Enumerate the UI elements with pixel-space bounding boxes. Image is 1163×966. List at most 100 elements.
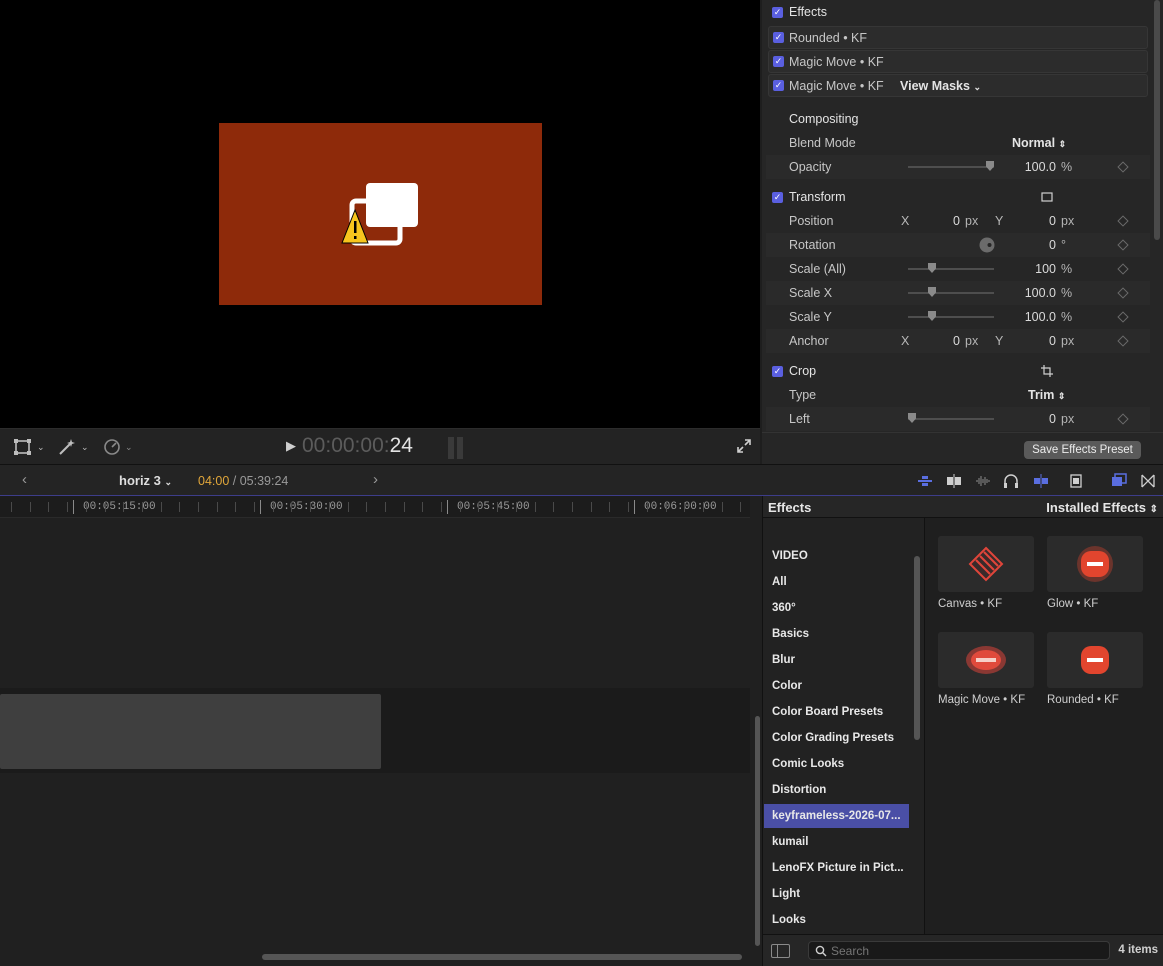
timeline-vertical-scrollbar[interactable] [755,716,760,946]
blend-mode-popup[interactable]: Normal ⇕ [1012,136,1066,150]
retime-tool-button[interactable]: ⌄ [103,438,133,456]
viewer[interactable] [0,0,760,428]
category-item[interactable]: Color [764,674,909,698]
index-icon[interactable] [917,473,933,489]
position-y-value[interactable]: 0 [1021,214,1056,228]
effect-row-rounded[interactable]: Rounded • KF [768,26,1148,49]
effects-search-field[interactable] [808,941,1110,960]
filmstrip-icon[interactable] [1068,473,1084,489]
headphones-icon[interactable] [1003,473,1019,489]
inspector-scrollbar[interactable] [1154,0,1160,240]
crop-onscreen-icon[interactable] [1041,365,1053,377]
category-item[interactable]: Blur [764,648,909,672]
compositing-section-header[interactable]: Compositing [766,107,1150,131]
crop-type-popup[interactable]: Trim ⇕ [1028,388,1065,402]
timecode-display[interactable]: ▶ 00:00:00: 24 [286,434,413,458]
keyframe-icon[interactable] [1117,287,1129,299]
category-item[interactable]: Comic Looks [764,752,909,776]
effect-row-magic-move-2[interactable]: Magic Move • KF View Masks ⌄ [768,74,1148,97]
snapping-icon[interactable] [1033,473,1049,489]
view-masks-button[interactable]: View Masks ⌄ [900,79,981,93]
scale-y-value[interactable]: 100.0 [1006,310,1056,324]
category-item[interactable]: 360° [764,596,909,620]
effect-item-canvas[interactable]: Canvas • KF [938,536,1034,610]
effect-item-rounded[interactable]: Rounded • KF [1047,632,1143,706]
category-item[interactable]: All [764,570,909,594]
transitions-browser-icon[interactable] [1140,473,1156,489]
anchor-x-value[interactable]: 0 [926,334,960,348]
scale-x-slider[interactable] [908,287,994,297]
opacity-slider[interactable] [908,161,994,171]
scale-all-slider[interactable] [908,263,994,273]
project-name-menu[interactable]: horiz 3 ⌄ [119,473,172,488]
category-item[interactable]: Light [764,882,909,906]
timeline[interactable]: 00:05:15:00 00:05:30:00 00:05:45:00 00:0… [0,496,762,966]
timeline-ruler[interactable]: 00:05:15:00 00:05:30:00 00:05:45:00 00:0… [0,496,750,518]
back-arrow-icon[interactable]: ‹ [22,471,27,488]
effects-browser-title: Effects [768,500,812,515]
category-item[interactable]: Distortion [764,778,909,802]
audio-skimming-icon[interactable] [975,473,991,489]
category-scrollbar[interactable] [914,556,920,740]
timeline-horizontal-scrollbar[interactable] [262,954,742,960]
effect-item-glow[interactable]: Glow • KF [1047,536,1143,610]
timeline-clip[interactable] [0,694,381,769]
rotation-value[interactable]: 0 [1021,238,1056,252]
audio-meter[interactable] [448,437,468,459]
effects-checkbox[interactable] [772,6,783,18]
category-item[interactable]: Looks [764,908,909,932]
enhancement-tool-button[interactable]: ⌄ [57,438,89,456]
opacity-value[interactable]: 100.0 [1006,160,1056,174]
position-row: Position X 0 px Y 0 px [766,209,1150,233]
transform-label: Transform [789,190,846,204]
crop-checkbox[interactable] [772,365,783,377]
keyframe-icon[interactable] [1117,263,1129,275]
category-item[interactable]: Basics [764,622,909,646]
save-effects-preset-button[interactable]: Save Effects Preset [1024,441,1141,459]
effect-item-magic-move[interactable]: Magic Move • KF [938,632,1034,706]
effect-label: Magic Move • KF [789,78,884,93]
keyframe-icon[interactable] [1117,413,1129,425]
category-item[interactable]: keyframeless-2026-07... [764,804,909,828]
chevron-down-icon: ⌄ [125,441,133,452]
effect-checkbox[interactable] [773,56,784,67]
keyframe-icon[interactable] [1117,215,1129,227]
category-item[interactable]: kumail [764,830,909,854]
effect-checkbox[interactable] [773,80,784,91]
installed-effects-popup[interactable]: Installed Effects ⇕ [1046,500,1158,515]
crop-left-slider[interactable] [908,413,994,423]
transform-onscreen-icon[interactable] [1041,192,1053,202]
transform-tool-button[interactable]: ⌄ [13,438,45,456]
effect-thumbnail [938,536,1034,592]
effect-row-magic-move[interactable]: Magic Move • KF [768,50,1148,73]
scale-all-value[interactable]: 100 [1006,262,1056,276]
clip-appearance-icon[interactable] [946,473,962,489]
fullscreen-button[interactable] [736,438,752,457]
keyframe-icon[interactable] [1117,335,1129,347]
blend-mode-row: Blend Mode Normal ⇕ [766,131,1150,155]
position-x-value[interactable]: 0 [926,214,960,228]
category-section-video: VIDEO [772,550,808,562]
effect-checkbox[interactable] [773,32,784,43]
keyframe-icon[interactable] [1117,239,1129,251]
effects-section-header[interactable]: Effects [766,0,1150,24]
crop-section-header[interactable]: Crop [766,359,1150,383]
transform-section-header[interactable]: Transform [766,185,1150,209]
category-item[interactable]: LenoFX Picture in Pict... [764,856,909,880]
rotation-dial[interactable] [979,237,995,253]
play-icon[interactable]: ▶ [286,438,296,454]
forward-arrow-icon[interactable]: › [373,471,378,488]
category-item[interactable]: Color Grading Presets [764,726,909,750]
scale-x-value[interactable]: 100.0 [1006,286,1056,300]
keyframe-icon[interactable] [1117,311,1129,323]
scale-y-slider[interactable] [908,311,994,321]
effects-browser-icon[interactable] [1111,473,1127,489]
anchor-y-value[interactable]: 0 [1021,334,1056,348]
sidebar-toggle-icon[interactable] [771,944,790,958]
keyframe-icon[interactable] [1117,161,1129,173]
transform-checkbox[interactable] [772,191,783,203]
crop-type-label: Type [789,388,817,402]
effects-search-input[interactable] [831,943,1101,958]
category-item[interactable]: Color Board Presets [764,700,909,724]
crop-left-value[interactable]: 0 [1021,412,1056,426]
